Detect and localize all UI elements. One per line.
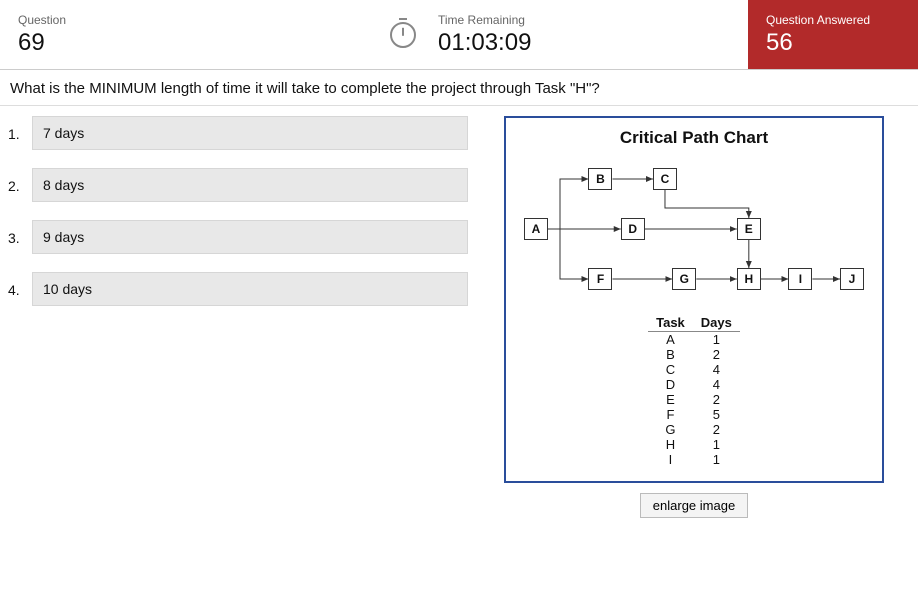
days-cell: 4 xyxy=(693,377,740,392)
critical-path-diagram: A B C D E F G H I J xyxy=(516,162,872,312)
task-cell: G xyxy=(648,422,693,437)
answered-value: 56 xyxy=(766,29,900,57)
table-row: I1 xyxy=(648,452,740,467)
diagram-node-e: E xyxy=(737,218,761,240)
question-number: 69 xyxy=(18,29,402,57)
days-cell: 2 xyxy=(693,347,740,362)
diagram-node-f: F xyxy=(588,268,612,290)
header-answered-col: Question Answered 56 xyxy=(748,0,918,69)
chart-panel: Critical Path Chart ABCDEFGHIJ Task Days xyxy=(478,116,910,518)
days-cell: 2 xyxy=(693,422,740,437)
header-time-col: Time Remaining 01:03:09 xyxy=(420,0,748,69)
task-cell: A xyxy=(648,332,693,348)
diagram-node-d: D xyxy=(621,218,645,240)
table-row: D4 xyxy=(648,377,740,392)
table-row: E2 xyxy=(648,392,740,407)
answers-panel: 1. 7 days 2. 8 days 3. 9 days 4. 10 days xyxy=(8,116,468,518)
table-row: C4 xyxy=(648,362,740,377)
table-row: H1 xyxy=(648,437,740,452)
days-cell: 1 xyxy=(693,332,740,348)
answer-number: 1. xyxy=(8,124,32,142)
table-row: G2 xyxy=(648,422,740,437)
chart-box: Critical Path Chart ABCDEFGHIJ Task Days xyxy=(504,116,884,483)
task-cell: I xyxy=(648,452,693,467)
diagram-node-g: G xyxy=(672,268,696,290)
answered-label: Question Answered xyxy=(766,13,900,27)
diagram-node-a: A xyxy=(524,218,548,240)
table-header-task: Task xyxy=(648,314,693,332)
answer-number: 4. xyxy=(8,280,32,298)
table-row: F5 xyxy=(648,407,740,422)
answer-choice-2[interactable]: 8 days xyxy=(32,168,468,202)
days-cell: 2 xyxy=(693,392,740,407)
answer-number: 2. xyxy=(8,176,32,194)
task-cell: E xyxy=(648,392,693,407)
answer-choice-3[interactable]: 9 days xyxy=(32,220,468,254)
answer-number: 3. xyxy=(8,228,32,246)
answer-choice-1[interactable]: 7 days xyxy=(32,116,468,150)
answer-option: 4. 10 days xyxy=(8,272,468,306)
days-cell: 1 xyxy=(693,437,740,452)
question-label: Question xyxy=(18,13,402,27)
header: Question 69 Time Remaining 01:03:09 Ques… xyxy=(0,0,918,70)
answer-option: 1. 7 days xyxy=(8,116,468,150)
body: 1. 7 days 2. 8 days 3. 9 days 4. 10 days… xyxy=(0,106,918,528)
task-cell: H xyxy=(648,437,693,452)
time-label: Time Remaining xyxy=(438,13,730,27)
days-cell: 5 xyxy=(693,407,740,422)
timer-icon xyxy=(390,22,416,48)
chart-title: Critical Path Chart xyxy=(516,128,872,148)
question-text: What is the MINIMUM length of time it wi… xyxy=(0,70,918,106)
task-cell: F xyxy=(648,407,693,422)
diagram-node-j: J xyxy=(840,268,864,290)
days-cell: 1 xyxy=(693,452,740,467)
answer-choice-4[interactable]: 10 days xyxy=(32,272,468,306)
task-cell: D xyxy=(648,377,693,392)
time-value: 01:03:09 xyxy=(438,29,730,57)
diagram-node-i: I xyxy=(788,268,812,290)
diagram-node-b: B xyxy=(588,168,612,190)
table-row: B2 xyxy=(648,347,740,362)
diagram-node-h: H xyxy=(737,268,761,290)
task-duration-table: Task Days A1B2C4D4E2F5G2H1I1 xyxy=(648,314,740,467)
table-row: A1 xyxy=(648,332,740,348)
task-cell: C xyxy=(648,362,693,377)
answer-option: 2. 8 days xyxy=(8,168,468,202)
diagram-node-c: C xyxy=(653,168,677,190)
answer-option: 3. 9 days xyxy=(8,220,468,254)
enlarge-image-button[interactable]: enlarge image xyxy=(640,493,748,518)
days-cell: 4 xyxy=(693,362,740,377)
table-header-days: Days xyxy=(693,314,740,332)
header-question-col: Question 69 xyxy=(0,0,420,69)
task-cell: B xyxy=(648,347,693,362)
